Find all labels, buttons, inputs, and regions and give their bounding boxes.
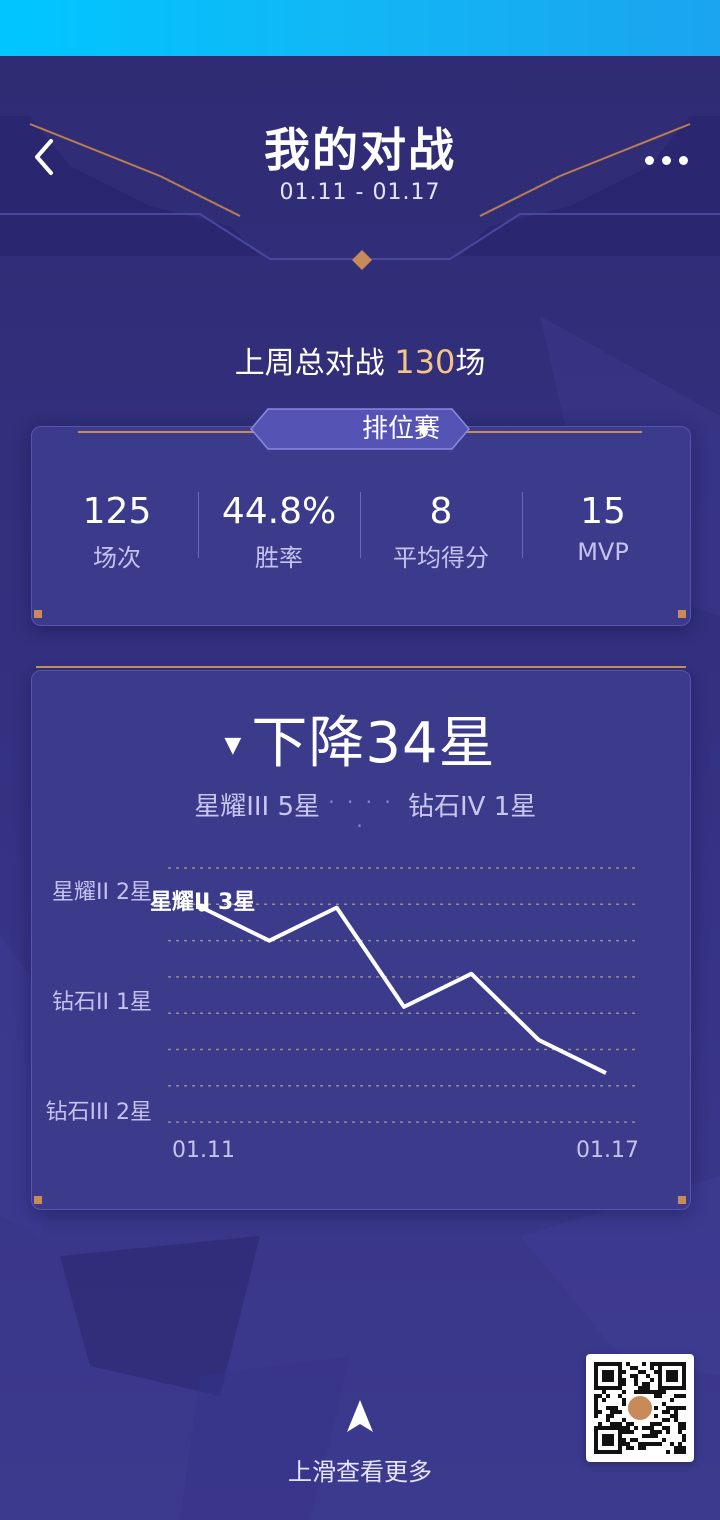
stat-avg-score: 8 平均得分	[360, 490, 522, 573]
qr-code-image	[594, 1362, 686, 1454]
more-button[interactable]	[636, 142, 696, 178]
y-tick-label: 钻石II 1星	[52, 990, 152, 1015]
date-range: 01.11 - 01.17	[279, 180, 441, 205]
card-corner	[678, 1196, 686, 1204]
rank-change: ▼ 下降34星	[200, 700, 520, 776]
stat-value: 44.8%	[221, 491, 337, 532]
page-title: 我的对战	[264, 123, 456, 177]
summary-prefix: 上周总对战	[234, 346, 395, 381]
stat-label: 胜率	[255, 544, 303, 572]
chevron-left-icon	[35, 139, 53, 175]
status-bar	[0, 0, 720, 56]
stat-games: 125 场次	[36, 490, 198, 573]
mode-selector[interactable]: 排位赛 ▼	[250, 408, 470, 450]
card-corner	[34, 1196, 42, 1204]
x-tick-label: 01.17	[576, 1138, 639, 1163]
arrow-up-icon	[347, 1400, 373, 1432]
series-line	[201, 905, 607, 1075]
stat-label: MVP	[577, 538, 629, 566]
stat-win-rate: 44.8% 胜率	[198, 490, 360, 573]
card-accent-line	[462, 431, 642, 433]
rank-dots: · · · · ·	[328, 790, 394, 838]
card-accent-line	[36, 666, 686, 668]
rank-change-text: 下降34星	[251, 710, 496, 776]
point-annotation: 星耀II 3星	[150, 890, 256, 915]
more-dots-icon	[644, 155, 654, 165]
more-dot	[661, 155, 671, 165]
swipe-up-text: 上滑查看更多	[288, 1458, 432, 1486]
card-accent-line	[78, 431, 258, 433]
stat-value: 125	[82, 491, 152, 532]
mode-selector-label: 排位赛	[361, 414, 440, 444]
stat-label: 场次	[93, 544, 141, 572]
rank-from: 星耀III 5星	[194, 792, 320, 822]
qr-code	[586, 1354, 694, 1462]
stat-mvp: 15 MVP	[522, 490, 684, 566]
down-arrow-icon: ▼	[224, 732, 242, 758]
stat-value: 8	[429, 491, 453, 532]
back-button[interactable]	[22, 135, 66, 179]
card-corner	[34, 610, 42, 618]
x-tick-label: 01.11	[172, 1138, 235, 1163]
summary-count: 130	[394, 343, 456, 381]
y-tick-label: 星耀II 2星	[52, 880, 152, 905]
stat-label: 平均得分	[393, 544, 489, 572]
swipe-up-hint[interactable]: 上滑查看更多	[260, 1398, 460, 1487]
summary-suffix: 场	[455, 346, 486, 381]
more-dot	[678, 155, 688, 165]
stat-value: 15	[580, 491, 626, 532]
y-tick-label: 钻石III 2星	[45, 1100, 152, 1125]
card-corner	[678, 610, 686, 618]
weekly-summary: 上周总对战 130场	[160, 338, 560, 382]
rank-to: 钻石IV 1星	[408, 792, 537, 822]
chevron-down-icon: ▼	[418, 421, 430, 439]
